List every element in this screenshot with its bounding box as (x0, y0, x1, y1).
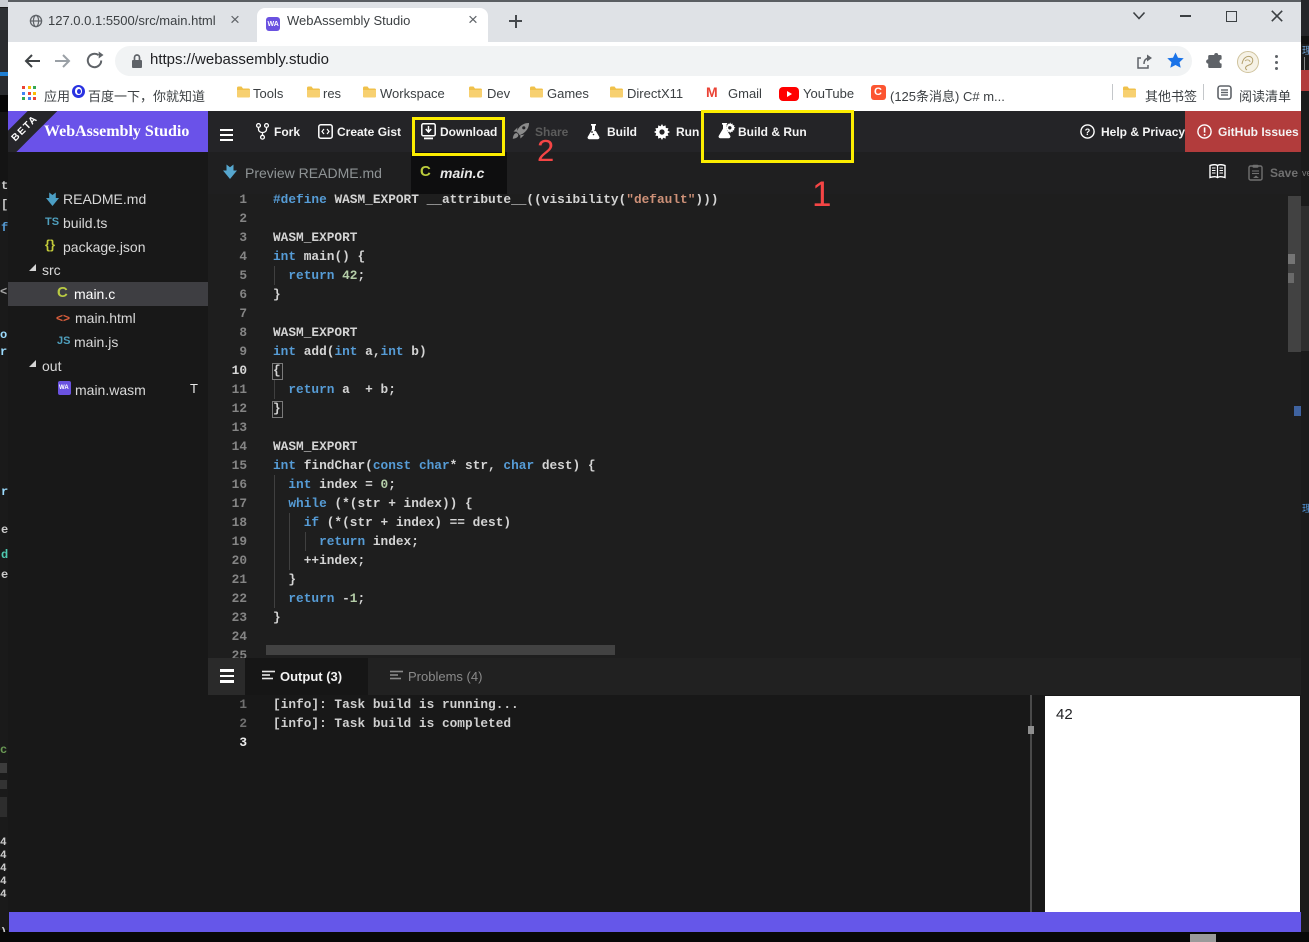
svg-text:?: ? (1085, 127, 1091, 137)
